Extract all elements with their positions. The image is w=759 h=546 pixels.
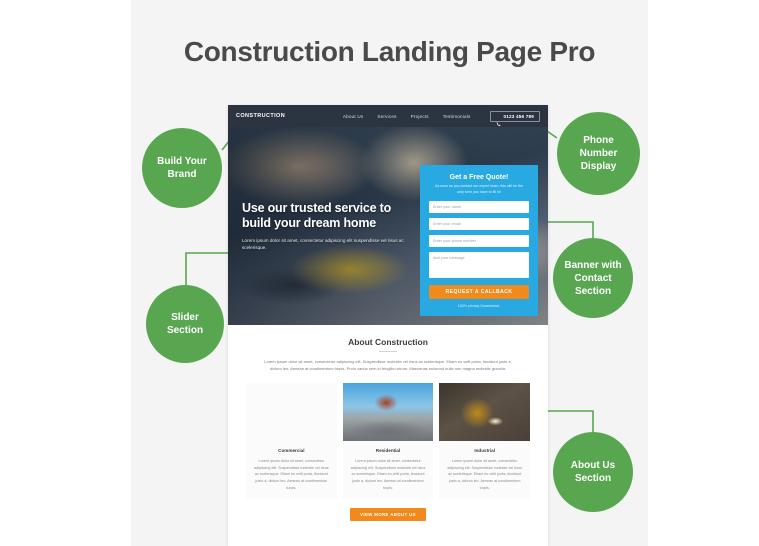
about-text: Lorem ipsum dolor sit amet, consectetur … <box>264 359 512 372</box>
about-section: About Construction Lorem ipsum dolor sit… <box>228 325 548 521</box>
header-phone-button[interactable]: 0123 456 789 <box>490 110 540 126</box>
phone-field[interactable]: Enter your phone number <box>429 234 529 247</box>
email-field[interactable]: Enter your email <box>429 217 529 230</box>
card-residential[interactable]: Residential Lorem ipsum dolor sit amet, … <box>342 382 434 499</box>
callout-build-your-brand: Build Your Brand <box>142 128 222 208</box>
card-title: Industrial <box>474 447 496 453</box>
hero-subtitle: Lorem ipsum dolor sit amet, consectetur … <box>242 237 404 251</box>
nav-item-testimonials[interactable]: Testimonials <box>443 114 471 119</box>
card-text: Lorem ipsum dolor sit amet, consectetur … <box>254 458 329 491</box>
connector-slider-section <box>185 252 232 285</box>
phone-icon <box>496 114 501 126</box>
card-commercial[interactable]: Commercial Lorem ipsum dolor sit amet, c… <box>246 382 337 499</box>
quote-form: Get a Free Quote! As soon as you contact… <box>420 165 538 316</box>
callout-phone-number-display: Phone Number Display <box>557 112 640 195</box>
site-logo[interactable]: CONSTRUCTION <box>236 113 285 119</box>
website-preview: CONSTRUCTION About Us Services Projects … <box>228 105 548 546</box>
header-phone-number: 0123 456 789 <box>503 113 534 119</box>
nav-item-about-us[interactable]: About Us <box>343 114 364 119</box>
hero-copy: Use our trusted service to build your dr… <box>242 201 407 252</box>
about-cards: Commercial Lorem ipsum dolor sit amet, c… <box>228 382 548 499</box>
privacy-note: 100% privacy Guaranteed. <box>457 303 501 308</box>
card-industrial[interactable]: Industrial Lorem ipsum dolor sit amet, c… <box>439 382 531 499</box>
quote-form-subtitle: As soon as you contact our expert team, … <box>435 184 523 194</box>
commercial-image <box>246 383 337 441</box>
screenshot-canvas: Construction Landing Page Pro CONSTRUCTI… <box>0 0 759 546</box>
message-field[interactable]: Add your message <box>429 251 529 278</box>
callout-slider-section: Slider Section <box>146 285 224 363</box>
card-title: Residential <box>375 447 401 453</box>
site-header: CONSTRUCTION About Us Services Projects … <box>228 105 548 127</box>
residential-image <box>342 382 434 441</box>
callout-banner-with-contact: Banner with Contact Section <box>553 238 633 318</box>
hero-slider: Use our trusted service to build your dr… <box>228 127 548 325</box>
name-field[interactable]: Enter your name <box>429 200 529 213</box>
card-title: Commercial <box>278 447 305 453</box>
main-nav: About Us Services Projects Testimonials … <box>343 110 540 126</box>
title-divider <box>379 351 397 352</box>
hero-title-line2: build your dream home <box>242 216 377 231</box>
quote-form-title: Get a Free Quote! <box>449 174 509 181</box>
nav-item-projects[interactable]: Projects <box>411 114 429 119</box>
about-title: About Construction <box>348 337 428 347</box>
industrial-image <box>439 382 531 441</box>
card-text: Lorem ipsum dolor sit amet, consectetur … <box>447 458 522 491</box>
card-text: Lorem ipsum dolor sit amet, consectetur … <box>350 458 426 491</box>
nav-item-services[interactable]: Services <box>377 114 396 119</box>
request-callback-button[interactable]: REQUEST A CALLBACK <box>429 284 529 299</box>
hero-title-line1: Use our trusted service to <box>242 201 392 215</box>
hero-title: Use our trusted service to build your dr… <box>242 201 407 232</box>
callout-about-us-section: About Us Section <box>553 432 633 512</box>
view-more-about-us-button[interactable]: VIEW MORE ABOUT US <box>350 508 426 521</box>
